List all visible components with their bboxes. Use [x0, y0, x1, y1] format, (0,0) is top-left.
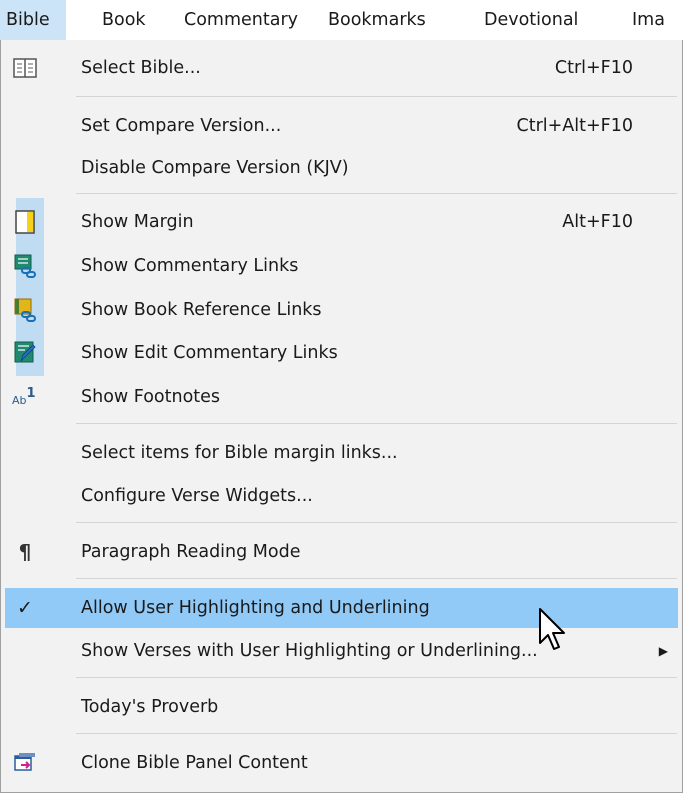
show-margin-label: Show Margin	[81, 212, 194, 232]
menu-separator	[76, 677, 677, 678]
show-margin-item[interactable]: Show Margin Alt+F10	[5, 202, 678, 242]
paragraph-reading-mode-item[interactable]: ¶ Paragraph Reading Mode	[5, 532, 678, 572]
margin-icon	[12, 209, 38, 235]
menu-bible-label: Bible	[6, 10, 50, 30]
menu-separator	[76, 733, 677, 734]
allow-highlighting-label: Allow User Highlighting and Underlining	[81, 598, 430, 618]
disable-compare-label: Disable Compare Version (KJV)	[81, 158, 349, 178]
select-bible-shortcut: Ctrl+F10	[554, 58, 633, 78]
clone-bible-panel-item[interactable]: Clone Bible Panel Content	[5, 743, 678, 783]
menu-bible[interactable]: Bible	[0, 0, 66, 40]
menu-separator	[76, 578, 677, 579]
show-commentary-links-label: Show Commentary Links	[81, 256, 299, 276]
select-bible-item[interactable]: Select Bible... Ctrl+F10	[5, 48, 678, 88]
show-book-reference-links-label: Show Book Reference Links	[81, 300, 322, 320]
show-footnotes-item[interactable]: Ab 1 Show Footnotes	[5, 377, 678, 417]
menu-separator	[76, 423, 677, 424]
configure-verse-widgets-label: Configure Verse Widgets...	[81, 486, 313, 506]
footnote-icon-sup: 1	[26, 385, 36, 401]
clone-bible-panel-label: Clone Bible Panel Content	[81, 753, 308, 773]
todays-proverb-item[interactable]: Today's Proverb	[5, 687, 678, 727]
bible-dropdown-menu: Select Bible... Ctrl+F10 Set Compare Ver…	[0, 40, 683, 793]
show-edit-commentary-links-label: Show Edit Commentary Links	[81, 343, 338, 363]
paragraph-reading-mode-label: Paragraph Reading Mode	[81, 542, 301, 562]
select-bible-label: Select Bible...	[81, 58, 201, 78]
set-compare-shortcut: Ctrl+Alt+F10	[516, 116, 634, 136]
menu-commentary-label: Commentary	[184, 10, 299, 30]
show-verses-highlighting-item[interactable]: Show Verses with User Highlighting or Un…	[5, 631, 678, 671]
menu-separator	[76, 522, 677, 523]
select-margin-items-label: Select items for Bible margin links...	[81, 443, 398, 463]
menu-devotional[interactable]: Devotional	[478, 0, 584, 40]
select-margin-items-item[interactable]: Select items for Bible margin links...	[5, 433, 678, 473]
mouse-cursor-icon	[539, 608, 565, 650]
checkmark-icon: ✓	[17, 597, 33, 619]
show-footnotes-label: Show Footnotes	[81, 387, 221, 407]
edit-commentary-icon	[12, 340, 38, 366]
book-open-icon	[12, 55, 38, 81]
configure-verse-widgets-item[interactable]: Configure Verse Widgets...	[5, 476, 678, 516]
menu-separator	[76, 96, 677, 97]
show-commentary-links-item[interactable]: Show Commentary Links	[5, 246, 678, 286]
menu-devotional-label: Devotional	[484, 10, 579, 30]
clone-panel-icon	[12, 750, 38, 776]
show-edit-commentary-links-item[interactable]: Show Edit Commentary Links	[5, 333, 678, 373]
footnote-icon-text: Ab	[12, 393, 27, 407]
menu-bookmarks-label: Bookmarks	[328, 10, 426, 30]
set-compare-version-item[interactable]: Set Compare Version... Ctrl+Alt+F10	[5, 106, 678, 146]
menu-bookmarks[interactable]: Bookmarks	[322, 0, 432, 40]
menu-bar: Bible Book Commentary Bookmarks Devotion…	[0, 0, 683, 40]
menu-images-label: Ima	[632, 10, 665, 30]
show-book-reference-links-item[interactable]: Show Book Reference Links	[5, 290, 678, 330]
menu-separator	[76, 193, 677, 194]
allow-highlighting-item[interactable]: ✓ Allow User Highlighting and Underlinin…	[5, 588, 678, 628]
pilcrow-icon: ¶	[18, 540, 32, 564]
set-compare-label: Set Compare Version...	[81, 116, 282, 136]
menu-images[interactable]: Ima	[626, 0, 671, 40]
menu-book-label: Book	[102, 10, 146, 30]
book-link-icon	[12, 297, 38, 323]
submenu-arrow-icon: ▶	[658, 644, 668, 658]
show-verses-highlighting-label: Show Verses with User Highlighting or Un…	[81, 641, 538, 661]
disable-compare-version-item[interactable]: Disable Compare Version (KJV)	[5, 148, 678, 188]
todays-proverb-label: Today's Proverb	[81, 697, 219, 717]
commentary-link-icon	[12, 253, 38, 279]
show-margin-shortcut: Alt+F10	[562, 212, 633, 232]
footnote-icon: Ab 1	[12, 384, 38, 410]
menu-commentary[interactable]: Commentary	[178, 0, 304, 40]
menu-book[interactable]: Book	[96, 0, 152, 40]
